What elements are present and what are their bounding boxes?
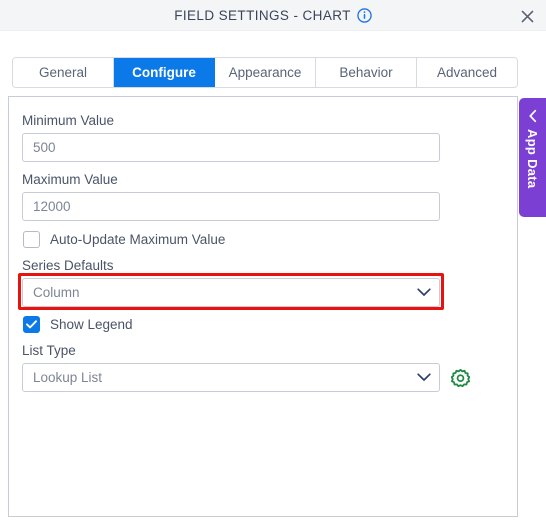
tab-behavior[interactable]: Behavior <box>316 58 417 87</box>
show-legend-checkbox-row[interactable]: Show Legend <box>23 316 133 333</box>
info-circle-icon[interactable] <box>357 8 372 23</box>
close-icon[interactable] <box>518 7 536 25</box>
series-defaults-label: Series Defaults <box>22 258 114 273</box>
gear-icon[interactable] <box>450 368 470 388</box>
configure-panel: Minimum Value Maximum Value Auto-Update … <box>8 96 518 517</box>
show-legend-label: Show Legend <box>50 317 133 332</box>
auto-update-maximum-label: Auto-Update Maximum Value <box>50 232 226 247</box>
page-title: FIELD SETTINGS - CHART <box>174 8 351 23</box>
tab-appearance[interactable]: Appearance <box>215 58 316 87</box>
tab-advanced-label: Advanced <box>436 65 498 80</box>
tab-advanced[interactable]: Advanced <box>417 58 517 87</box>
tab-general[interactable]: General <box>13 58 114 87</box>
list-type-select-box[interactable]: Lookup List <box>22 363 440 392</box>
chevron-left-icon <box>524 109 542 123</box>
list-type-label: List Type <box>22 343 76 358</box>
tab-appearance-label: Appearance <box>228 65 302 80</box>
series-defaults-select-box[interactable]: Column <box>22 278 440 307</box>
series-defaults-value: Column <box>33 285 80 300</box>
maximum-value-label: Maximum Value <box>22 172 118 187</box>
list-type-value: Lookup List <box>33 370 103 385</box>
series-defaults-select[interactable]: Column <box>22 278 440 307</box>
app-data-panel-toggle[interactable]: App Data <box>519 98 546 217</box>
tab-behavior-label: Behavior <box>339 65 393 80</box>
dialog-header: FIELD SETTINGS - CHART <box>0 0 546 31</box>
app-data-label: App Data <box>525 129 540 189</box>
tab-configure[interactable]: Configure <box>114 58 215 87</box>
show-legend-checkbox[interactable] <box>23 316 40 333</box>
list-type-select[interactable]: Lookup List <box>22 363 440 392</box>
minimum-value-label: Minimum Value <box>22 113 115 128</box>
auto-update-maximum-checkbox-row[interactable]: Auto-Update Maximum Value <box>23 231 225 248</box>
minimum-value-input[interactable] <box>22 133 440 162</box>
tab-general-label: General <box>38 65 88 80</box>
dialog-title-wrap: FIELD SETTINGS - CHART <box>0 0 546 31</box>
tab-configure-label: Configure <box>132 65 196 80</box>
settings-tabs: General Configure Appearance Behavior Ad… <box>12 57 518 88</box>
auto-update-maximum-checkbox[interactable] <box>23 231 40 248</box>
maximum-value-input[interactable] <box>22 192 440 221</box>
